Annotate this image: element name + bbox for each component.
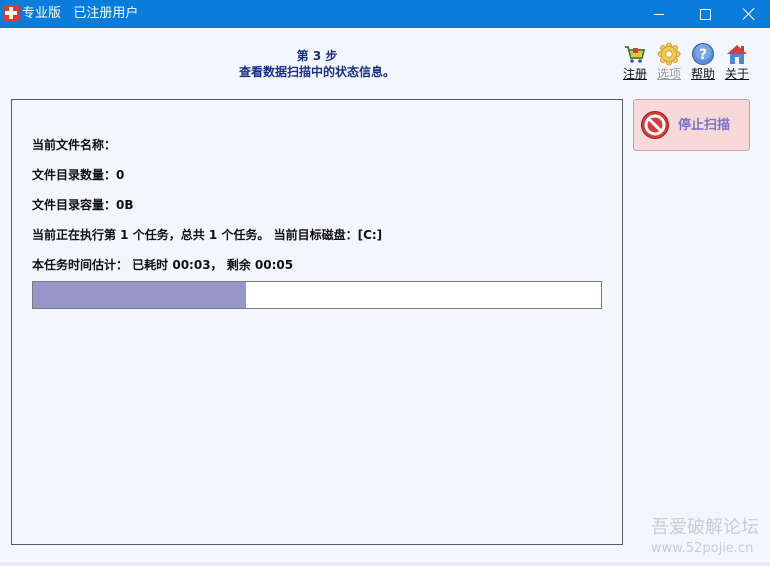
gear-icon xyxy=(657,42,681,66)
close-button[interactable] xyxy=(726,0,770,28)
time-estimate-text: 本任务时间估计： 已耗时 00:03， 剩余 00:05 xyxy=(32,258,294,272)
app-cross-icon xyxy=(3,5,19,21)
register-button[interactable]: 注册 xyxy=(618,42,652,82)
title-bar[interactable]: 专业版 已注册用户 xyxy=(0,0,770,28)
step-description: 查看数据扫描中的状态信息。 xyxy=(238,65,395,79)
status-panel: 当前文件名称： 文件目录数量：0 文件目录容量：0B 当前正在执行第 1 个任务… xyxy=(11,99,623,545)
options-button[interactable]: 选项 xyxy=(652,42,686,82)
maximize-icon xyxy=(700,9,711,20)
help-icon: ? xyxy=(692,43,714,65)
help-button[interactable]: ? 帮助 xyxy=(686,42,720,82)
minimize-button[interactable] xyxy=(636,0,682,28)
svg-text:?: ? xyxy=(699,47,707,63)
task-status-text: 当前正在执行第 1 个任务，总共 1 个任务。 当前目标磁盘：[C:] xyxy=(32,228,383,242)
help-label: 帮助 xyxy=(690,67,715,81)
dir-count-label: 文件目录数量： xyxy=(32,168,117,182)
maximize-button[interactable] xyxy=(682,0,728,28)
watermark-url: www.52pojie.cn xyxy=(651,541,754,556)
dir-count-row: 文件目录数量：0 xyxy=(32,168,124,182)
stop-scan-button[interactable]: 停止扫描 xyxy=(633,99,750,151)
register-label: 注册 xyxy=(622,67,647,81)
house-icon xyxy=(727,45,747,64)
dir-count-value: 0 xyxy=(116,168,125,182)
window-title: 专业版 已注册用户 xyxy=(22,6,139,21)
stop-scan-label: 停止扫描 xyxy=(678,118,731,133)
app-window: 专业版 已注册用户 第 3 步 查看数据扫描中的状态信息。 注册 选项 ? 帮助… xyxy=(0,0,770,566)
stop-icon xyxy=(641,111,669,139)
options-label: 选项 xyxy=(656,67,681,81)
about-button[interactable]: 关于 xyxy=(720,42,754,82)
current-file-label: 当前文件名称： xyxy=(32,138,117,152)
watermark-title: 吾爱破解论坛 xyxy=(651,517,759,538)
current-file-row: 当前文件名称： xyxy=(32,138,116,152)
window-bottom-edge xyxy=(0,562,770,566)
about-label: 关于 xyxy=(724,67,749,81)
step-title: 第 3 步 xyxy=(296,49,338,63)
scan-progress-fill xyxy=(33,282,246,308)
scan-progress-bar xyxy=(32,281,602,309)
minimize-icon xyxy=(654,14,664,15)
dir-size-row: 文件目录容量：0B xyxy=(32,198,134,212)
dir-size-value: 0B xyxy=(116,198,134,212)
close-icon xyxy=(742,7,756,21)
cart-icon xyxy=(625,46,646,63)
dir-size-label: 文件目录容量： xyxy=(32,198,117,212)
